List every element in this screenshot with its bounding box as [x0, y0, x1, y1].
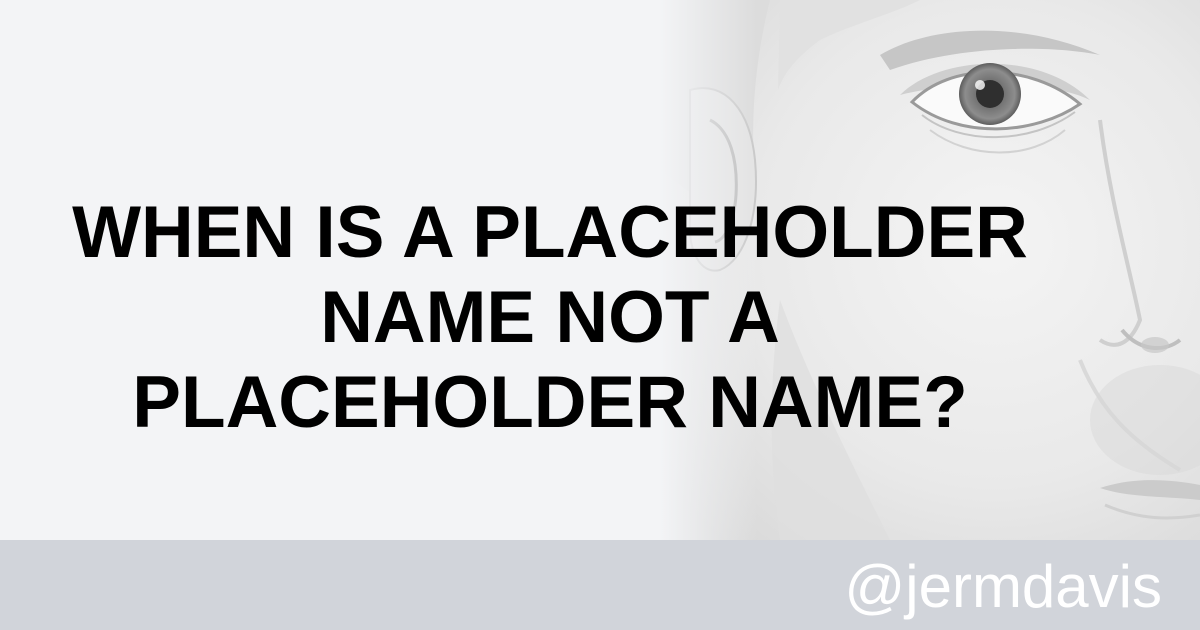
headline-line-3: PLACEHOLDER NAME?	[132, 362, 968, 443]
headline-line-2: NAME NOT A	[320, 277, 780, 358]
social-card: WHEN IS A PLACEHOLDER NAME NOT A PLACEHO…	[0, 0, 1200, 630]
author-handle: @jermdavis	[844, 553, 1162, 620]
headline-line-1: WHEN IS A PLACEHOLDER	[72, 192, 1028, 273]
headline: WHEN IS A PLACEHOLDER NAME NOT A PLACEHO…	[0, 190, 1100, 445]
